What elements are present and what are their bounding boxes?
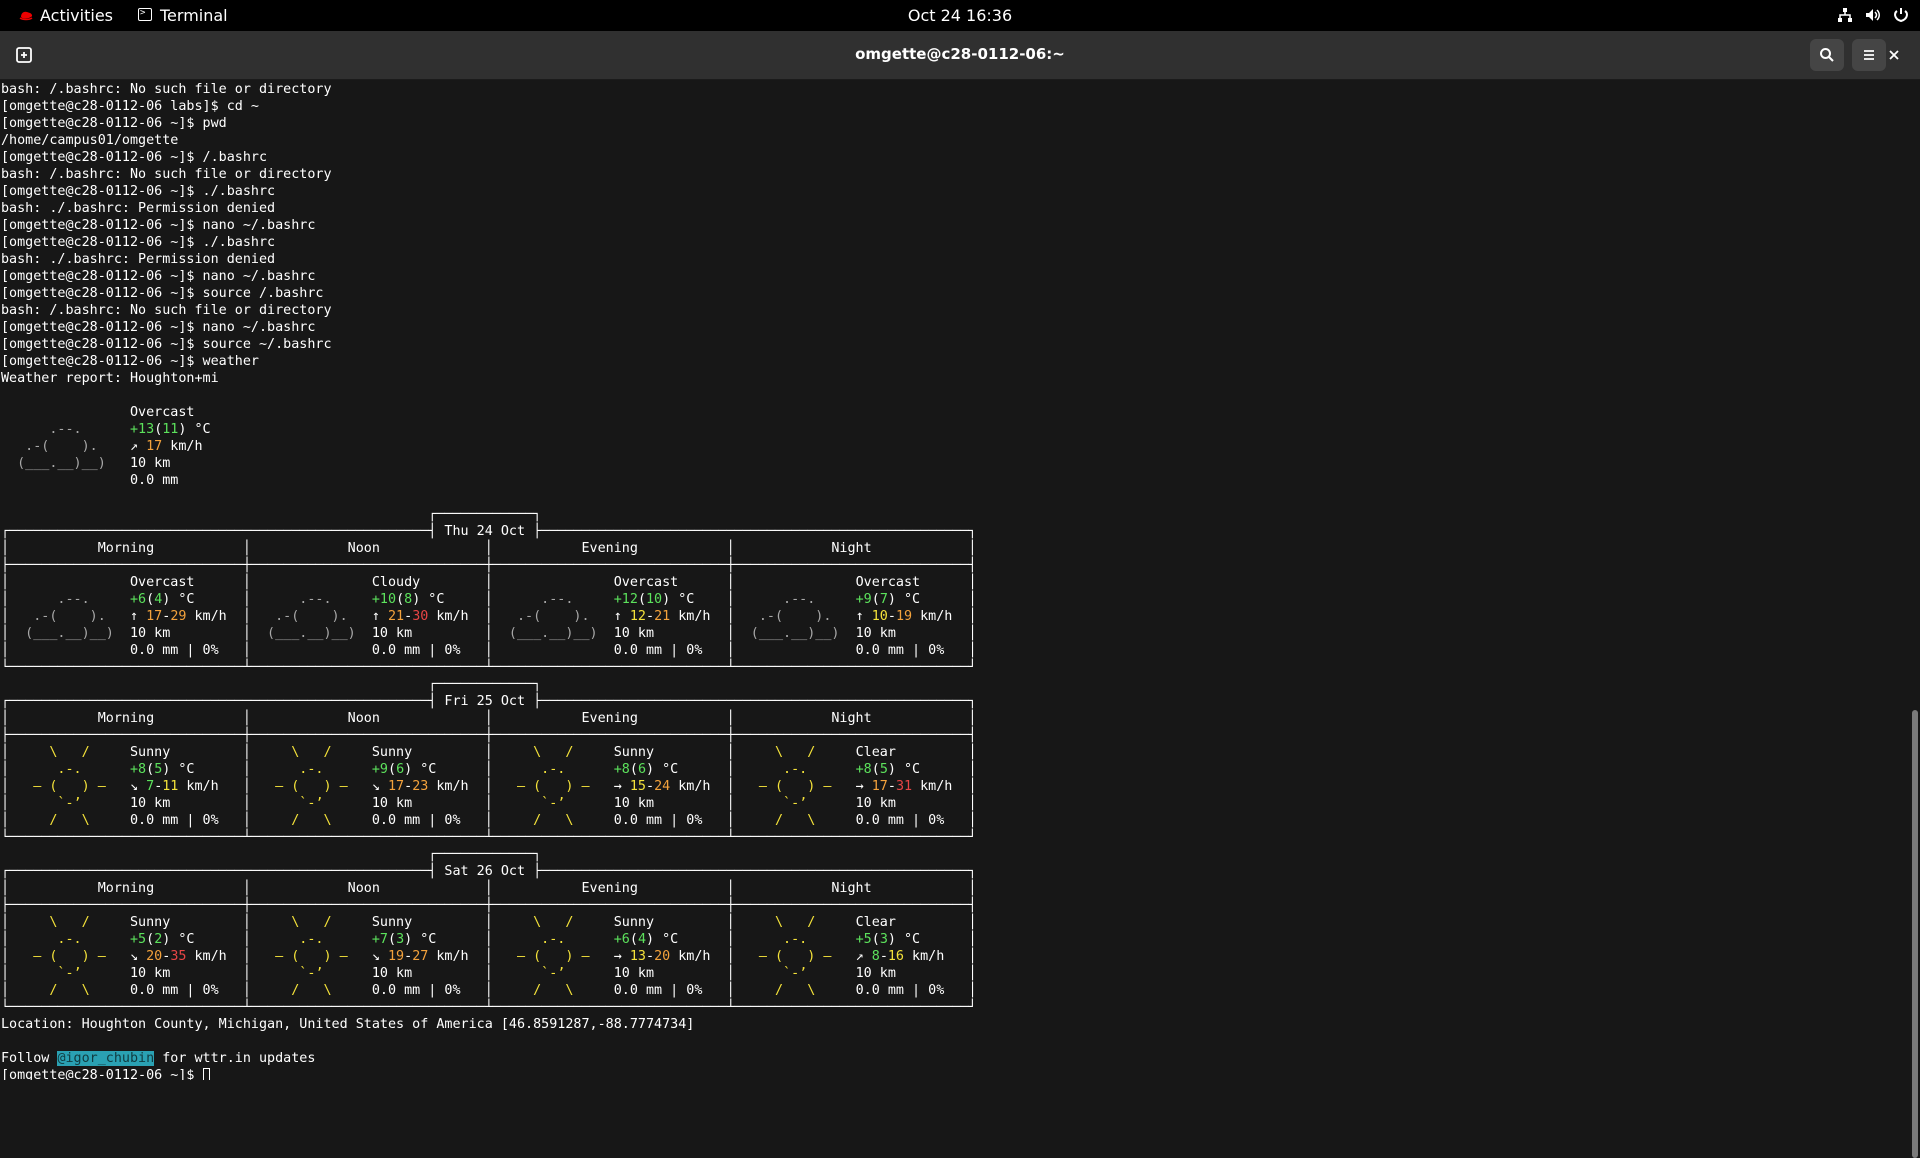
close-button[interactable] (1882, 43, 1906, 67)
scrollbar-thumb[interactable] (1912, 710, 1918, 1158)
network-icon (1838, 8, 1852, 22)
top-bar: Activities > Terminal Oct 24 16:36 (0, 0, 1920, 31)
power-icon (1894, 8, 1908, 23)
close-icon (1889, 50, 1899, 60)
volume-icon (1866, 9, 1880, 21)
clock-button[interactable]: Oct 24 16:36 (908, 6, 1012, 25)
window-title: omgette@c28-0112-06:~ (855, 45, 1065, 63)
system-tray[interactable] (1836, 6, 1910, 26)
terminal-view[interactable]: bash: /.bashrc: No such file or director… (0, 80, 1908, 1080)
search-button[interactable] (1810, 39, 1844, 71)
terminal-cursor (202, 1068, 210, 1080)
terminal-header-bar: omgette@c28-0112-06:~ (0, 31, 1920, 80)
hamburger-menu-icon (1864, 50, 1874, 60)
search-icon (1820, 48, 1834, 62)
menu-button[interactable] (1852, 39, 1886, 71)
terminal-output: bash: /.bashrc: No such file or director… (1, 82, 977, 1080)
terminal-scrollbar[interactable] (1908, 80, 1920, 1158)
